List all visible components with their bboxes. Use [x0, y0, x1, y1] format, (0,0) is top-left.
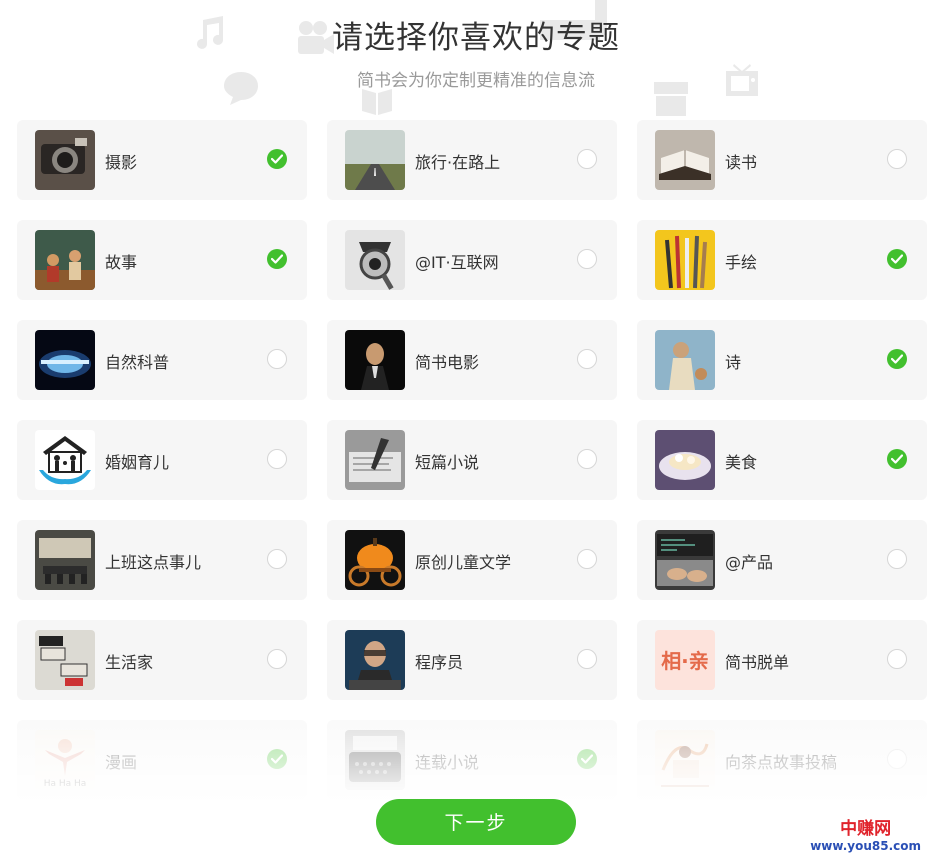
- watermark-url: www.you85.com: [810, 839, 921, 853]
- topic-thumbnail: [345, 330, 405, 390]
- topic-thumbnail: [655, 430, 715, 490]
- unchecked-icon[interactable]: [267, 449, 287, 469]
- topic-thumbnail: [345, 630, 405, 690]
- topic-thumbnail: [345, 130, 405, 190]
- thumbnail-text: 相·亲: [661, 649, 709, 673]
- topic-card[interactable]: 短篇小说: [327, 420, 617, 500]
- topic-label: 原创儿童文学: [415, 553, 512, 572]
- checked-icon[interactable]: [577, 749, 597, 769]
- unchecked-icon[interactable]: [887, 649, 907, 669]
- topic-label: 摄影: [105, 153, 138, 172]
- next-step-button[interactable]: 下一步: [376, 799, 576, 845]
- topic-label: @IT·互联网: [415, 253, 499, 272]
- unchecked-icon[interactable]: [577, 449, 597, 469]
- topic-label: 简书电影: [415, 353, 480, 372]
- topic-card[interactable]: 旅行·在路上: [327, 120, 617, 200]
- topic-label: 美食: [725, 453, 758, 472]
- watermark-title: 中赚网: [840, 819, 892, 839]
- topic-card[interactable]: 摄影: [17, 120, 307, 200]
- topic-card[interactable]: 诗: [637, 320, 927, 400]
- topic-card[interactable]: @产品: [637, 520, 927, 600]
- topic-thumbnail: [655, 230, 715, 290]
- topic-card[interactable]: 上班这点事儿: [17, 520, 307, 600]
- topic-thumbnail: [655, 730, 715, 790]
- page-title: 请选择你喜欢的专题: [332, 20, 620, 56]
- unchecked-icon[interactable]: [267, 549, 287, 569]
- watermark-logo: 中赚网 www.you85.com: [810, 819, 921, 853]
- topic-label: 故事: [105, 253, 138, 272]
- topic-card[interactable]: 程序员: [327, 620, 617, 700]
- topic-label: 上班这点事儿: [105, 553, 202, 572]
- topic-thumbnail: [655, 130, 715, 190]
- topic-thumbnail: [35, 230, 95, 290]
- topic-label: 自然科普: [105, 353, 170, 372]
- checked-icon[interactable]: [267, 749, 287, 769]
- topic-card[interactable]: 向茶点故事投稿: [637, 720, 927, 800]
- topic-thumbnail: [345, 530, 405, 590]
- topic-label: 手绘: [725, 253, 758, 272]
- topic-thumbnail: [655, 530, 715, 590]
- topic-label: 婚姻育儿: [105, 453, 170, 472]
- topic-label: 程序员: [415, 653, 464, 672]
- unchecked-icon[interactable]: [887, 749, 907, 769]
- topic-card[interactable]: @IT·互联网: [327, 220, 617, 300]
- topic-card[interactable]: 美食: [637, 420, 927, 500]
- topic-thumbnail: 相·亲: [655, 630, 715, 690]
- topic-thumbnail: [35, 130, 95, 190]
- unchecked-icon[interactable]: [267, 349, 287, 369]
- page-subtitle: 简书会为你定制更精准的信息流: [357, 71, 595, 91]
- topic-card[interactable]: 手绘: [637, 220, 927, 300]
- checked-icon[interactable]: [887, 249, 907, 269]
- topic-card[interactable]: 连载小说: [327, 720, 617, 800]
- unchecked-icon[interactable]: [267, 649, 287, 669]
- topic-thumbnail: [655, 330, 715, 390]
- topic-label: 生活家: [105, 653, 154, 672]
- checked-icon[interactable]: [267, 149, 287, 169]
- unchecked-icon[interactable]: [887, 549, 907, 569]
- unchecked-icon[interactable]: [577, 649, 597, 669]
- topic-card[interactable]: 相·亲 简书脱单: [637, 620, 927, 700]
- topic-card[interactable]: 故事: [17, 220, 307, 300]
- topic-thumbnail: [35, 530, 95, 590]
- unchecked-icon[interactable]: [887, 149, 907, 169]
- topic-label: 向茶点故事投稿: [725, 753, 838, 772]
- topic-thumbnail: Ha Ha Ha: [35, 730, 95, 790]
- unchecked-icon[interactable]: [577, 249, 597, 269]
- topic-label: 简书脱单: [725, 653, 790, 672]
- topic-label: 读书: [725, 153, 758, 172]
- topic-label: 诗: [725, 353, 742, 372]
- topic-card[interactable]: 自然科普: [17, 320, 307, 400]
- topic-thumbnail: [35, 330, 95, 390]
- topic-label: @产品: [725, 553, 774, 572]
- topic-thumbnail: [345, 730, 405, 790]
- topic-label: 连载小说: [415, 753, 480, 772]
- topic-card[interactable]: Ha Ha Ha 漫画: [17, 720, 307, 800]
- topic-label: 漫画: [105, 753, 138, 772]
- checked-icon[interactable]: [887, 349, 907, 369]
- thumbnail-text: Ha Ha Ha: [44, 779, 87, 789]
- topic-thumbnail: [345, 430, 405, 490]
- topic-thumbnail: [35, 630, 95, 690]
- unchecked-icon[interactable]: [577, 149, 597, 169]
- topic-thumbnail: [345, 230, 405, 290]
- topic-label: 旅行·在路上: [415, 153, 501, 172]
- topic-card[interactable]: 读书: [637, 120, 927, 200]
- topic-thumbnail: [35, 430, 95, 490]
- topic-card[interactable]: 婚姻育儿: [17, 420, 307, 500]
- topic-card[interactable]: 简书电影: [327, 320, 617, 400]
- checked-icon[interactable]: [887, 449, 907, 469]
- checked-icon[interactable]: [267, 249, 287, 269]
- topic-card[interactable]: 原创儿童文学: [327, 520, 617, 600]
- unchecked-icon[interactable]: [577, 549, 597, 569]
- topic-card[interactable]: 生活家: [17, 620, 307, 700]
- topic-label: 短篇小说: [415, 453, 480, 472]
- unchecked-icon[interactable]: [577, 349, 597, 369]
